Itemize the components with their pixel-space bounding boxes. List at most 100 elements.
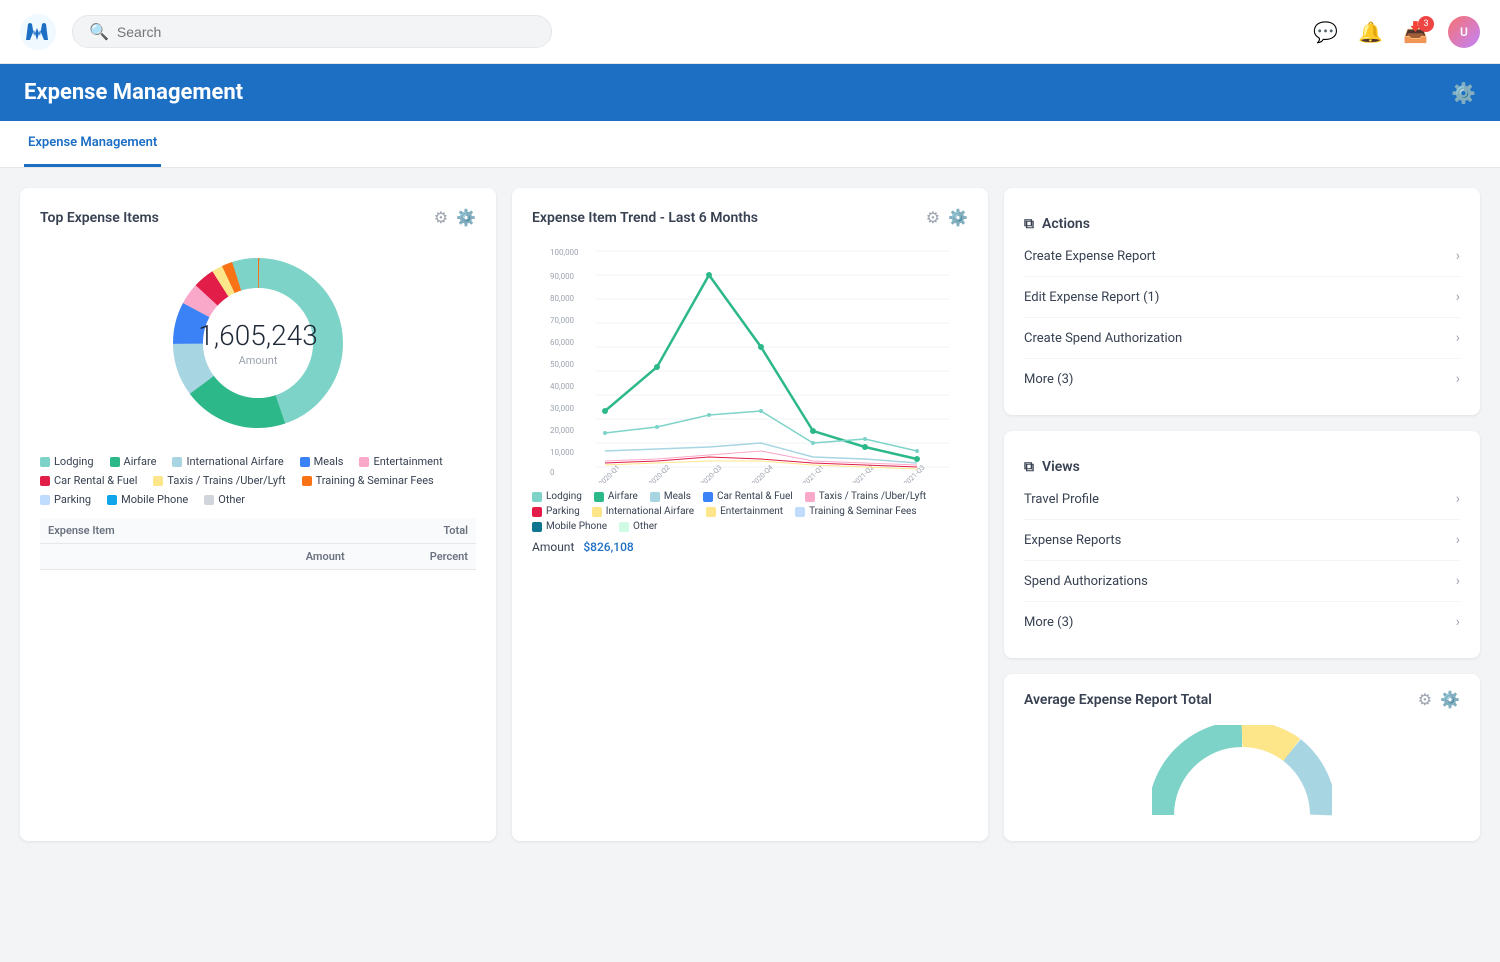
- view-spend-label: Spend Authorizations: [1024, 574, 1148, 589]
- trend-legend-intl: International Airfare: [592, 506, 694, 517]
- avg-icons: ⚙ ⚙️: [1418, 690, 1460, 709]
- legend-other: Other: [204, 493, 245, 506]
- views-copy-icon: ⧉: [1024, 459, 1034, 475]
- top-expense-icons: ⚙ ⚙️: [434, 208, 476, 227]
- col-percent: Percent: [353, 544, 476, 570]
- trend-legend-training: Training & Seminar Fees: [795, 506, 916, 517]
- svg-text:50,000: 50,000: [550, 360, 575, 369]
- avg-title: Average Expense Report Total: [1024, 692, 1212, 708]
- chat-icon[interactable]: 💬: [1313, 20, 1338, 44]
- trend-legend-other: Other: [619, 521, 657, 532]
- main-content: Top Expense Items ⚙ ⚙️: [0, 168, 1500, 861]
- trend-legend-car: Car Rental & Fuel: [703, 491, 793, 502]
- trend-settings-icon[interactable]: ⚙️: [948, 208, 968, 227]
- trend-legend: Lodging Airfare Meals Car Rental & Fuel …: [532, 491, 968, 532]
- user-avatar[interactable]: U: [1448, 16, 1480, 48]
- action-create-spend[interactable]: Create Spend Authorization ›: [1024, 318, 1460, 359]
- trend-legend-parking: Parking: [532, 506, 580, 517]
- search-icon: 🔍: [89, 22, 109, 41]
- avg-expense-card: Average Expense Report Total ⚙ ⚙️: [1004, 674, 1480, 841]
- trend-title: Expense Item Trend - Last 6 Months: [532, 210, 758, 226]
- logo-area: [20, 14, 56, 50]
- view-spend-auth[interactable]: Spend Authorizations ›: [1024, 561, 1460, 602]
- svg-text:60,000: 60,000: [550, 338, 575, 347]
- views-title: Views: [1042, 459, 1080, 475]
- svg-text:0: 0: [550, 468, 555, 477]
- trend-amount-value: $826,108: [583, 540, 633, 554]
- settings-icon[interactable]: ⚙️: [1451, 81, 1476, 105]
- legend-meals: Meals: [300, 455, 344, 468]
- action-create-expense-label: Create Expense Report: [1024, 249, 1156, 264]
- legend-airfare: Airfare: [110, 455, 157, 468]
- action-edit-expense[interactable]: Edit Expense Report (1) ›: [1024, 277, 1460, 318]
- top-expense-title: Top Expense Items: [40, 210, 159, 226]
- bell-icon[interactable]: 🔔: [1358, 20, 1383, 44]
- views-section-header: ⧉ Views: [1024, 459, 1460, 475]
- tab-bar: Expense Management: [0, 121, 1500, 168]
- trend-legend-taxis: Taxis / Trains /Uber/Lyft: [805, 491, 926, 502]
- view-more-label: More (3): [1024, 615, 1073, 630]
- svg-text:100,000: 100,000: [550, 248, 579, 257]
- chevron-view-4: ›: [1456, 614, 1460, 630]
- svg-text:10,000: 10,000: [550, 448, 575, 457]
- views-card: ⧉ Views Travel Profile › Expense Reports…: [1004, 431, 1480, 658]
- page-title: Expense Management: [24, 80, 243, 105]
- chevron-right-icon-3: ›: [1456, 330, 1460, 346]
- svg-text:2020-Q4: 2020-Q4: [750, 464, 774, 483]
- action-more[interactable]: More (3) ›: [1024, 359, 1460, 399]
- trend-legend-mobile: Mobile Phone: [532, 521, 607, 532]
- search-input[interactable]: [117, 24, 535, 40]
- actions-copy-icon: ⧉: [1024, 216, 1034, 232]
- trend-legend-lodging: Lodging: [532, 491, 582, 502]
- svg-text:70,000: 70,000: [550, 316, 575, 325]
- trend-card: Expense Item Trend - Last 6 Months ⚙ ⚙️ …: [512, 188, 988, 841]
- nav-right: 💬 🔔 📥 3 U: [1313, 16, 1480, 48]
- legend-training: Training & Seminar Fees: [302, 474, 434, 487]
- actions-title: Actions: [1042, 216, 1090, 232]
- actions-section-header: ⧉ Actions: [1024, 216, 1460, 232]
- expense-table: Expense Item Total Amount Percent: [40, 518, 476, 570]
- chevron-view-1: ›: [1456, 491, 1460, 507]
- legend-entertainment: Entertainment: [359, 455, 442, 468]
- donut-label: Amount: [198, 354, 317, 367]
- trend-filter-icon[interactable]: ⚙: [926, 208, 940, 227]
- svg-text:2020-Q1: 2020-Q1: [597, 464, 621, 483]
- view-expense-reports[interactable]: Expense Reports ›: [1024, 520, 1460, 561]
- avg-filter-icon[interactable]: ⚙: [1418, 690, 1432, 709]
- settings-icon-small[interactable]: ⚙️: [456, 208, 476, 227]
- legend-car-rental: Car Rental & Fuel: [40, 474, 137, 487]
- svg-text:90,000: 90,000: [550, 272, 575, 281]
- col-expense-item: Expense Item: [40, 518, 228, 544]
- donut-chart: 1,605,243 Amount: [158, 243, 358, 443]
- right-panel: ⧉ Actions Create Expense Report › Edit E…: [1004, 188, 1480, 841]
- trend-icons: ⚙ ⚙️: [926, 208, 968, 227]
- donut-value: 1,605,243: [198, 319, 317, 352]
- search-box[interactable]: 🔍: [72, 15, 552, 48]
- expense-legend: Lodging Airfare International Airfare Me…: [40, 455, 476, 506]
- svg-text:2021-Q1: 2021-Q1: [801, 464, 825, 483]
- action-create-spend-label: Create Spend Authorization: [1024, 331, 1182, 346]
- donut-center: 1,605,243 Amount: [198, 319, 317, 367]
- chevron-view-3: ›: [1456, 573, 1460, 589]
- view-expense-label: Expense Reports: [1024, 533, 1121, 548]
- tab-expense-management[interactable]: Expense Management: [24, 121, 161, 167]
- trend-legend-airfare: Airfare: [594, 491, 638, 502]
- chevron-right-icon: ›: [1456, 248, 1460, 264]
- chevron-right-icon-4: ›: [1456, 371, 1460, 387]
- filter-icon[interactable]: ⚙: [434, 208, 448, 227]
- view-travel-profile[interactable]: Travel Profile ›: [1024, 479, 1460, 520]
- svg-text:2020-Q3: 2020-Q3: [699, 464, 723, 483]
- workday-logo: [20, 14, 56, 50]
- col-total: Total: [228, 518, 476, 544]
- view-more[interactable]: More (3) ›: [1024, 602, 1460, 642]
- legend-intl-airfare: International Airfare: [172, 455, 283, 468]
- avg-settings-icon[interactable]: ⚙️: [1440, 690, 1460, 709]
- inbox-icon[interactable]: 📥 3: [1403, 20, 1428, 44]
- chevron-view-2: ›: [1456, 532, 1460, 548]
- svg-text:30,000: 30,000: [550, 404, 575, 413]
- action-edit-expense-label: Edit Expense Report (1): [1024, 290, 1159, 305]
- line-chart: 100,000 90,000 80,000 70,000 60,000 50,0…: [532, 243, 968, 483]
- action-create-expense[interactable]: Create Expense Report ›: [1024, 236, 1460, 277]
- svg-text:40,000: 40,000: [550, 382, 575, 391]
- legend-mobile: Mobile Phone: [107, 493, 188, 506]
